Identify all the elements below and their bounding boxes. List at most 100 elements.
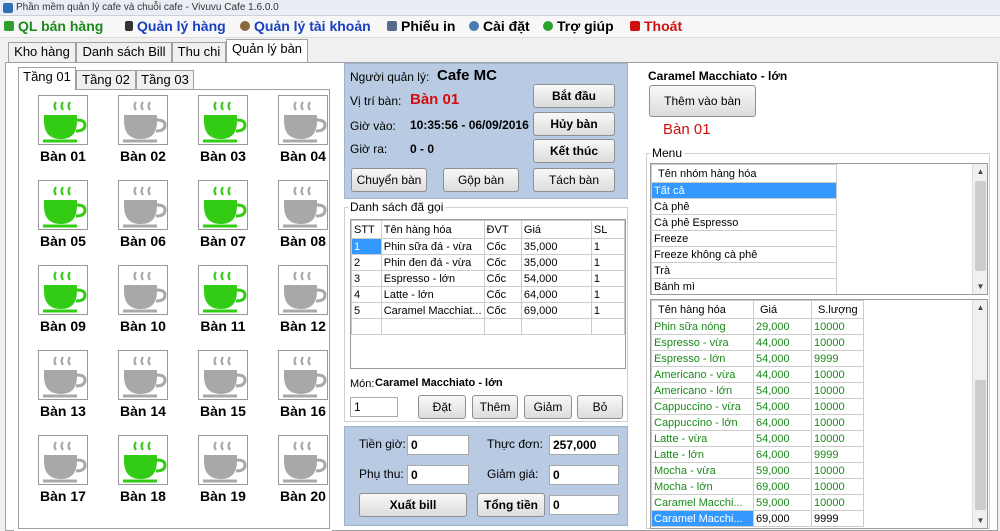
menu-goods-label: Quản lý hàng [137,18,226,34]
group-row[interactable]: Cà phê [651,198,837,215]
table-tile[interactable]: Bàn 01 [23,95,103,175]
scroll-thumb[interactable] [975,181,986,271]
scroll-down-icon[interactable]: ▼ [973,513,987,528]
merge-table-button[interactable]: Gộp bàn [443,168,519,192]
table-tile[interactable]: Bàn 13 [23,350,103,430]
split-table-button[interactable]: Tách bàn [533,168,615,192]
menu-sales[interactable]: QL bán hàng [4,18,103,34]
ordered-empty-row[interactable] [351,318,625,335]
ordered-column-header[interactable]: STT [351,220,382,239]
ordered-column-header[interactable]: SL [590,220,625,239]
menu-goods[interactable]: Quản lý hàng [125,18,226,34]
table-tile[interactable]: Bàn 03 [183,95,263,175]
ordered-row[interactable]: 2 Phin đen đá - vừa Cốc 35,000 1 [351,254,625,271]
goods-row[interactable]: Cappuccino - vừa 54,000 10000 [651,398,864,415]
goods-row[interactable]: Americano - vừa 44,000 10000 [651,366,864,383]
ordered-column-header[interactable]: ĐVT [483,220,522,239]
tab-floor-1[interactable]: Tầng 01 [18,67,76,90]
goods-row[interactable]: Mocha - lớn 69,000 10000 [651,478,864,495]
ordered-row[interactable]: 1 Phin sữa đá - vừa Cốc 35,000 1 [351,238,625,255]
menu-accounts[interactable]: Quản lý tài khoản [240,18,371,34]
quantity-input[interactable]: 1 [350,397,398,417]
group-row[interactable]: Bánh mì [651,278,837,294]
ordered-row[interactable]: 5 Caramel Macchiat... Cốc 69,000 1 [351,302,625,319]
remove-button[interactable]: Bỏ [577,395,623,419]
extra-fee-field[interactable]: 0 [407,465,469,485]
tab-warehouse[interactable]: Kho hàng [8,42,76,62]
tab-bill-list[interactable]: Danh sách Bill [76,42,172,62]
move-table-button[interactable]: Chuyển bàn [351,168,427,192]
group-row[interactable]: Freeze [651,230,837,247]
table-tile[interactable]: Bàn 14 [103,350,183,430]
tab-floor-2[interactable]: Tầng 02 [76,70,136,90]
ordered-column-header[interactable]: Tên hàng hóa [380,220,485,239]
scroll-up-icon[interactable]: ▲ [973,300,987,315]
goods-column-header[interactable]: Tên hàng hóa [651,300,754,319]
table-tile[interactable]: Bàn 20 [263,435,343,515]
goods-column-header[interactable]: Giá [753,300,812,319]
menu-exit[interactable]: Thoát [630,18,682,34]
group-row[interactable]: Cà phê Espresso [651,214,837,231]
goods-row[interactable]: Espresso - vừa 44,000 10000 [651,334,864,351]
table-tile[interactable]: Bàn 02 [103,95,183,175]
end-button[interactable]: Kết thúc [533,139,615,163]
order-button[interactable]: Đặt [418,395,466,419]
export-bill-button[interactable]: Xuất bill [359,493,467,517]
scroll-down-icon[interactable]: ▼ [973,279,987,294]
coffee-cup-icon [278,180,328,230]
menu-print[interactable]: Phiếu in [387,18,455,34]
menu-help[interactable]: Trợ giúp [543,18,614,34]
ordered-row[interactable]: 4 Latte - lớn Cốc 64,000 1 [351,286,625,303]
total-field[interactable]: 0 [549,495,619,515]
goods-row[interactable]: Caramel Macchi... 69,000 9999 [651,510,864,527]
start-button[interactable]: Bắt đầu [533,84,615,108]
table-tile[interactable]: Bàn 04 [263,95,343,175]
add-to-table-button[interactable]: Thêm vào bàn [649,85,756,117]
goods-row[interactable]: Mocha - vừa 59,000 10000 [651,462,864,479]
group-list-scrollbar[interactable]: ▲ ▼ [972,164,987,294]
menu-settings[interactable]: Cài đặt [469,18,530,34]
table-tile[interactable]: Bàn 11 [183,265,263,345]
goods-row[interactable]: Phin sữa nóng 29,000 10000 [651,318,864,335]
discount-field[interactable]: 0 [549,465,619,485]
table-name: Bàn 17 [40,488,86,504]
goods-row[interactable]: Caramel Macchi... 59,000 10000 [651,494,864,511]
goods-row[interactable]: Espresso - lớn 54,000 9999 [651,350,864,367]
goods-column-header[interactable]: S.lượng [811,300,864,319]
hour-fee-field[interactable]: 0 [407,435,469,455]
goods-list-scrollbar[interactable]: ▲ ▼ [972,300,987,528]
cancel-table-button[interactable]: Hủy bàn [533,112,615,136]
goods-cell: 10000 [811,382,864,399]
total-button[interactable]: Tổng tiền [477,493,545,517]
ordered-column-header[interactable]: Giá [520,220,592,239]
goods-cell: Cappuccino - vừa [651,398,754,415]
goods-row[interactable]: Cappuccino - lớn 64,000 10000 [651,414,864,431]
goods-row[interactable]: Latte - lớn 64,000 9999 [651,446,864,463]
table-tile[interactable]: Bàn 15 [183,350,263,430]
table-tile[interactable]: Bàn 08 [263,180,343,260]
table-tile[interactable]: Bàn 16 [263,350,343,430]
scroll-up-icon[interactable]: ▲ [973,164,987,179]
goods-row[interactable]: Americano - lớn 54,000 10000 [651,382,864,399]
tab-cashflow[interactable]: Thu chi [172,42,226,62]
table-tile[interactable]: Bàn 10 [103,265,183,345]
tab-floor-3[interactable]: Tầng 03 [136,70,194,90]
group-row[interactable]: Trà [651,262,837,279]
group-row[interactable]: Tất cả [651,182,837,199]
group-row[interactable]: Freeze không cà phê [651,246,837,263]
tab-table-management[interactable]: Quản lý bàn [226,39,308,62]
scroll-thumb[interactable] [975,380,986,510]
table-tile[interactable]: Bàn 19 [183,435,263,515]
table-tile[interactable]: Bàn 12 [263,265,343,345]
reduce-button[interactable]: Giảm [524,395,572,419]
table-tile[interactable]: Bàn 06 [103,180,183,260]
menu-total-field[interactable]: 257,000 [549,435,619,455]
goods-row[interactable]: Latte - vừa 54,000 10000 [651,430,864,447]
table-tile[interactable]: Bàn 17 [23,435,103,515]
table-tile[interactable]: Bàn 05 [23,180,103,260]
table-tile[interactable]: Bàn 18 [103,435,183,515]
table-tile[interactable]: Bàn 09 [23,265,103,345]
ordered-row[interactable]: 3 Espresso - lớn Cốc 54,000 1 [351,270,625,287]
table-tile[interactable]: Bàn 07 [183,180,263,260]
add-button[interactable]: Thêm [472,395,518,419]
